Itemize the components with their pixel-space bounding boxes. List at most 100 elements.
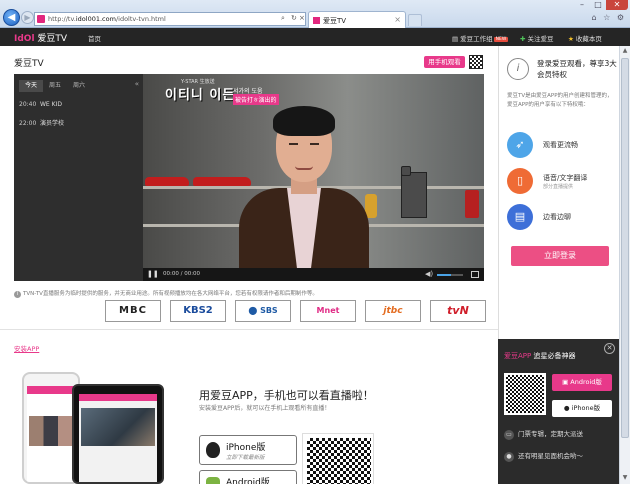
page-scrollbar[interactable]: ▲ ▼	[619, 46, 630, 484]
main-content: 爱豆TV 用手机观看 今天 周五 周六 « 20:40 WE KID 22:00 演…	[0, 46, 498, 484]
video-caption-highlight: 被告打ㅎ演出的	[233, 94, 279, 105]
chat-icon: ▤	[507, 204, 533, 230]
player-controls: ❚❚ 00:00 / 00:00 ◀)	[143, 268, 484, 281]
popup-iphone-button[interactable]: ● iPhone版	[552, 400, 612, 417]
popup-qr-code	[504, 373, 546, 415]
maximize-button[interactable]: □	[590, 0, 606, 10]
feature-smooth: ➶ 观看更流畅	[507, 132, 617, 160]
page-title: 爱豆TV	[14, 59, 44, 69]
install-app-link[interactable]: 安装APP	[14, 343, 39, 353]
user-icon: ●	[504, 452, 514, 462]
volume-slider[interactable]	[437, 274, 463, 276]
popup-perk-meet: ● 还有明星见面机会哟～	[504, 450, 583, 462]
phone-header	[27, 386, 75, 394]
toy-figure	[465, 190, 479, 218]
feature-chat: ▤ 边看边聊	[507, 204, 617, 232]
star-icon: ★	[568, 35, 574, 43]
url-text: http://tv.idol001.com/idoltv-tvn.html	[48, 15, 166, 23]
browser-tools-icons[interactable]: ⌂ ☆ ⚙	[591, 13, 626, 22]
close-window-button[interactable]: ✕	[606, 0, 628, 10]
studio-icon: ▤	[452, 35, 459, 43]
list-item[interactable]: 20:40 WE KID	[19, 101, 62, 108]
volume-fill	[437, 274, 452, 276]
toy-robot	[401, 172, 427, 218]
video-player[interactable]: Y-STAR 生放送 이티니 이든 서가의 도움 被告打ㅎ演出的 ❚❚ 00:0…	[143, 74, 484, 281]
new-tab-button[interactable]	[408, 14, 422, 26]
scroll-thumb[interactable]	[621, 58, 629, 438]
overlay-title: 이티니 이든	[165, 88, 236, 103]
phone-header	[79, 394, 157, 401]
feature-translation: ▯ 语音/文字翻译 部分直播提供	[507, 168, 617, 196]
search-icon[interactable]: ⌕	[281, 14, 285, 23]
app-promo-subtitle: 安装爱豆APP后，就可以在手机上观看所有直播！	[199, 405, 331, 412]
minimize-button[interactable]: –	[574, 0, 590, 10]
scroll-down-icon[interactable]: ▼	[621, 474, 629, 482]
schedule-panel: 今天 周五 周六 « 20:40 WE KID 22:00 演员学校	[14, 74, 143, 281]
nav-follow[interactable]: ✚ 关注爱豆	[520, 33, 553, 43]
refresh-icon[interactable]: ↻	[291, 14, 297, 22]
stop-icon[interactable]: ×	[299, 14, 305, 22]
phone-screen	[27, 386, 75, 482]
list-item[interactable]: 22:00 演员学校	[19, 118, 64, 127]
volume-icon[interactable]: ◀)	[425, 270, 433, 278]
video-frame[interactable]: Y-STAR 生放送 이티니 이든 서가의 도움 被告打ㅎ演出的	[143, 74, 484, 268]
popup-title: 爱豆APP 追星必备神器	[504, 352, 576, 360]
toy-robot-head	[401, 166, 411, 176]
apple-icon	[206, 442, 220, 458]
plus-icon: ✚	[520, 35, 526, 43]
sidebar-description: 爱豆TV是由爱豆APP的用户创建和管理的，爱豆APP的用户享有以下特权哦：	[507, 93, 613, 108]
channel-tvn[interactable]: tvN	[430, 300, 486, 322]
android-download-button[interactable]: Android版	[199, 470, 297, 484]
tab-close-icon[interactable]: ×	[394, 15, 401, 24]
login-button[interactable]: 立即登录	[511, 246, 609, 266]
channel-mbc[interactable]: MBC	[105, 300, 161, 322]
sidebar-title: 登录爱豆观看，尊享3大会员特权	[537, 59, 617, 79]
ticket-icon: ▭	[504, 430, 514, 440]
fullscreen-icon[interactable]	[471, 271, 479, 278]
forward-button[interactable]: ▶	[21, 11, 34, 24]
tab-saturday[interactable]: 周六	[69, 80, 89, 92]
popup-perk-tickets: ▭ 门票专辑，定期大派送	[504, 428, 583, 440]
collapse-icon[interactable]: «	[135, 80, 139, 88]
browser-tab[interactable]: 爱豆TV ×	[308, 11, 406, 28]
info-icon: i	[507, 58, 529, 80]
nav-home[interactable]: 首页	[88, 33, 101, 43]
channel-list: MBC KBS2 ⬤ SBS Mnet jtbc tvN	[105, 300, 486, 322]
popup-android-button[interactable]: ▣ Android版	[552, 374, 612, 391]
app-qr-code	[302, 433, 374, 484]
eye	[289, 143, 298, 145]
rocket-icon: ➶	[507, 132, 533, 158]
tab-today[interactable]: 今天	[19, 80, 43, 92]
mobile-watch-button[interactable]: 用手机观看	[424, 56, 465, 68]
phone-thumbnails	[29, 416, 73, 446]
channel-kbs2[interactable]: KBS2	[170, 300, 226, 322]
qr-code-icon[interactable]	[469, 55, 483, 69]
pause-icon[interactable]: ❚❚	[147, 270, 159, 278]
channel-jtbc[interactable]: jtbc	[365, 300, 421, 322]
schedule-tabs: 今天 周五 周六	[14, 80, 143, 92]
time-display: 00:00 / 00:00	[163, 271, 201, 277]
phone-screen	[79, 394, 157, 482]
address-bar[interactable]: http://tv.idol001.com/idoltv-tvn.html ⌕ …	[34, 12, 306, 26]
new-badge: NEW	[493, 37, 509, 42]
info-icon: i	[14, 291, 21, 298]
iphone-download-button[interactable]: iPhone版 立即下载最新版	[199, 435, 297, 465]
channel-mnet[interactable]: Mnet	[300, 300, 356, 322]
channel-sbs[interactable]: ⬤ SBS	[235, 300, 291, 322]
browser-chrome: ◀ ▶ http://tv.idol001.com/idoltv-tvn.htm…	[0, 0, 630, 28]
app-download-popup: 爱豆APP 追星必备神器 ✕ ▣ Android版 ● iPhone版 ▭ 门票专…	[498, 339, 619, 484]
site-logo[interactable]: IdOl 爱豆TV	[14, 31, 67, 44]
nav-studio[interactable]: ▤ 爱豆工作组 NEW	[452, 33, 509, 43]
notice-text: i TVN-TV直播服务为临时提供的服务，并无商业用途。所有视频播放均在各大网络平…	[14, 289, 484, 298]
phone-mockup-black	[72, 384, 164, 484]
tab-friday[interactable]: 周五	[45, 80, 65, 92]
back-button[interactable]: ◀	[3, 9, 20, 26]
tab-title: 爱豆TV	[323, 17, 347, 25]
translate-icon: ▯	[507, 168, 533, 194]
eye	[310, 143, 319, 145]
mouth	[295, 166, 313, 170]
nav-favorite[interactable]: ★ 收藏本页	[568, 33, 602, 43]
presenter	[239, 88, 369, 268]
close-icon[interactable]: ✕	[604, 343, 615, 354]
scroll-up-icon[interactable]: ▲	[621, 47, 629, 55]
